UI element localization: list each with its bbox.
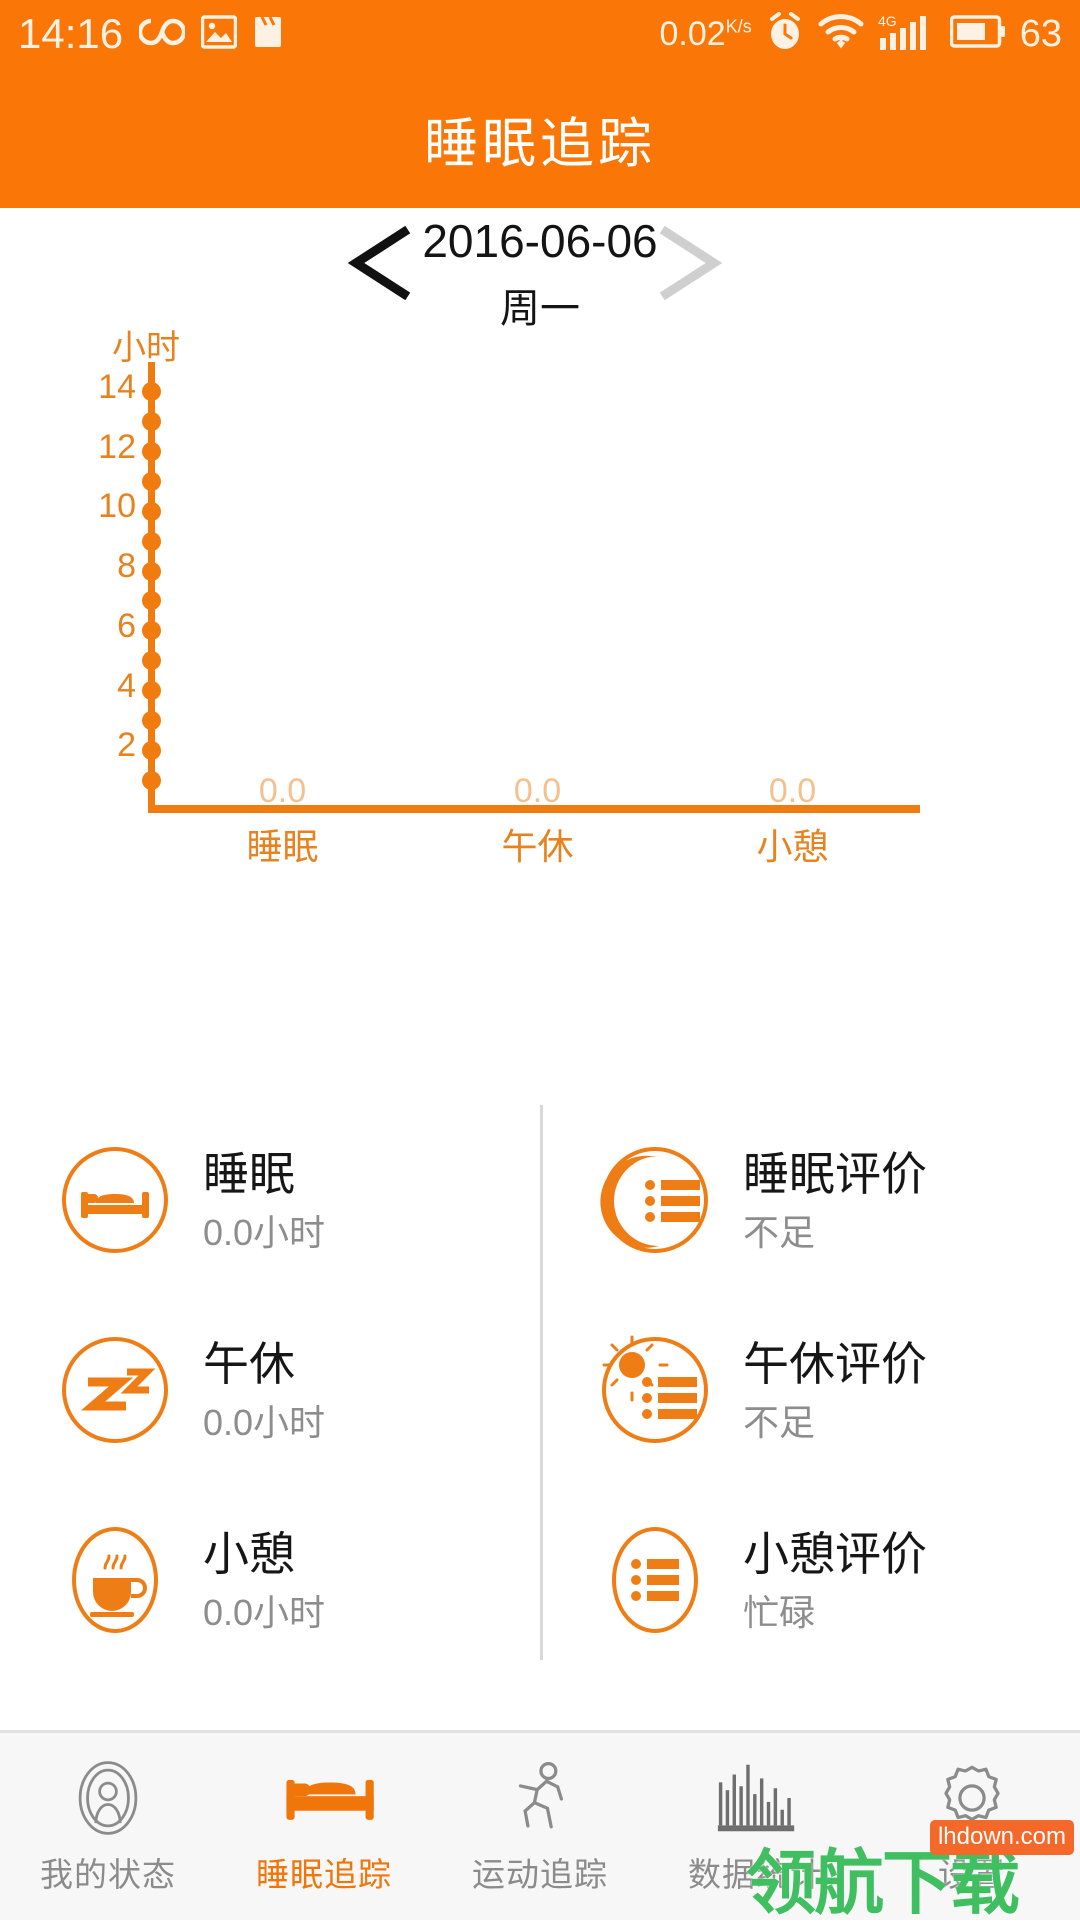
- stat-title: 午休: [203, 1337, 295, 1390]
- network-speed-value: 0.02: [659, 15, 726, 53]
- stat-subtitle: 忙碌: [743, 1591, 816, 1633]
- bar-value-label: 0.0: [258, 772, 307, 810]
- y-axis-tick-dot: [142, 382, 161, 402]
- y-axis-tick-dot: [142, 681, 161, 701]
- zz-icon: [55, 1330, 175, 1450]
- nav-item-label: 睡眠追踪: [256, 1855, 392, 1893]
- stat-subtitle: 0.0小时: [203, 1401, 326, 1443]
- y-axis-tick-label: 14: [98, 367, 136, 406]
- y-axis-tick-dot: [142, 710, 161, 730]
- nav-item-label: 数据统计: [688, 1855, 824, 1893]
- signal-icon: 4G: [878, 12, 936, 57]
- date-value: 2016-06-06: [422, 215, 658, 267]
- network-speed-unit-den: s: [742, 16, 752, 37]
- y-axis-tick-label: 4: [117, 666, 136, 705]
- barchart-icon: [713, 1758, 799, 1838]
- clapperboard-icon: [253, 15, 283, 54]
- y-axis-tick-label: 10: [98, 487, 136, 526]
- stat-subtitle: 0.0小时: [203, 1211, 326, 1253]
- stat-cell-text: 午休评价 不足: [743, 1338, 927, 1442]
- gear-icon: [929, 1758, 1015, 1838]
- status-time: 14:16: [18, 10, 124, 57]
- infinity-icon: [137, 15, 187, 54]
- y-axis-tick-dot: [142, 740, 161, 760]
- bar-value-label: 0.0: [513, 772, 562, 810]
- stat-cell-text: 午休 0.0小时: [203, 1338, 325, 1442]
- stat-subtitle: 不足: [743, 1401, 816, 1443]
- svg-text:4G: 4G: [878, 13, 897, 29]
- stat-title: 睡眠: [203, 1147, 295, 1200]
- alarm-icon: [766, 11, 804, 57]
- wifi-icon: [818, 13, 864, 56]
- coffee-icon: [55, 1520, 175, 1640]
- y-axis-unit-label: 小时: [112, 329, 180, 367]
- stat-cell[interactable]: 睡眠评价 不足: [540, 1105, 1060, 1295]
- battery-icon: [949, 14, 1006, 54]
- stat-cell-text: 小憩 0.0小时: [203, 1528, 325, 1632]
- y-axis-tick-label: 8: [117, 547, 136, 586]
- next-day-button[interactable]: [650, 225, 730, 301]
- sleep-bar-chart: 小时 14 12 10 8 6 4 2 0.0 0.0 0.0 睡眠 午休 小憩: [0, 320, 1080, 900]
- person-icon: [65, 1758, 151, 1838]
- stat-cell-text: 睡眠 0.0小时: [203, 1148, 325, 1252]
- stat-subtitle: 0.0小时: [203, 1591, 326, 1633]
- runner-icon: [497, 1758, 583, 1838]
- battery-percent: 63: [1019, 13, 1062, 55]
- network-speed-unit-num: K: [725, 16, 738, 37]
- nav-item-label: 设置: [938, 1855, 1006, 1893]
- y-axis-tick-dot: [142, 621, 161, 641]
- y-axis-tick-dot: [142, 651, 161, 671]
- bed-icon: [55, 1140, 175, 1260]
- stat-title: 小憩评价: [743, 1527, 927, 1580]
- y-axis-tick-dot: [142, 531, 161, 551]
- nav-item-5[interactable]: 设置: [864, 1733, 1080, 1920]
- x-axis-category-label: 睡眠: [246, 826, 319, 867]
- stat-title: 睡眠评价: [743, 1147, 927, 1200]
- nav-item-4[interactable]: 数据统计: [648, 1733, 864, 1920]
- stat-cell[interactable]: 小憩 0.0小时: [0, 1485, 520, 1675]
- y-axis-tick-dot: [142, 561, 161, 581]
- y-axis-tick-label: 6: [117, 606, 136, 645]
- stat-title: 午休评价: [743, 1337, 927, 1390]
- y-axis-tick-label: 2: [117, 726, 136, 765]
- sun-list-icon: [595, 1330, 715, 1450]
- stat-cell[interactable]: 小憩评价 忙碌: [540, 1485, 1060, 1675]
- y-axis-tick-label: 12: [98, 427, 136, 466]
- bottom-navigation: 我的状态 睡眠追踪 运动追踪 数据统计 设置: [0, 1730, 1080, 1920]
- y-axis-tick-dot: [142, 591, 161, 611]
- moon-list-icon: [595, 1140, 715, 1260]
- stat-cell[interactable]: 午休 0.0小时: [0, 1295, 520, 1485]
- status-bar-right: 0.02K/s 4G 63: [659, 11, 1062, 57]
- y-axis-tick-dot: [142, 770, 161, 790]
- app-bar: 睡眠追踪: [0, 68, 1080, 208]
- nav-item-1[interactable]: 我的状态: [0, 1733, 216, 1920]
- stat-cell[interactable]: 睡眠 0.0小时: [0, 1105, 520, 1295]
- bar-value-label: 0.0: [768, 772, 817, 810]
- bed-icon: [281, 1758, 374, 1838]
- nav-item-label: 我的状态: [40, 1855, 176, 1893]
- y-axis-tick-dot: [142, 501, 161, 521]
- status-bar: 14:16 0.02K/s 4G 63: [0, 0, 1080, 68]
- list-icon: [595, 1520, 715, 1640]
- stat-subtitle: 不足: [743, 1211, 816, 1253]
- network-speed: 0.02K/s: [659, 15, 752, 53]
- stat-title: 小憩: [203, 1527, 295, 1580]
- page-title: 睡眠追踪: [424, 113, 656, 174]
- stat-cell[interactable]: 午休评价 不足: [540, 1295, 1060, 1485]
- stat-cell-text: 睡眠评价 不足: [743, 1148, 927, 1252]
- stat-cell-text: 小憩评价 忙碌: [743, 1528, 927, 1632]
- y-axis-tick-dot: [142, 442, 161, 462]
- nav-item-3[interactable]: 运动追踪: [432, 1733, 648, 1920]
- status-bar-left: 14:16: [18, 13, 283, 55]
- x-axis-category-label: 小憩: [756, 826, 829, 867]
- x-axis-category-label: 午休: [501, 826, 574, 867]
- nav-item-label: 运动追踪: [472, 1855, 608, 1893]
- date-selector: 2016-06-06 周一: [0, 208, 1080, 331]
- y-axis-tick-dot: [142, 471, 161, 491]
- image-icon: [200, 14, 238, 54]
- y-axis-tick-dot: [142, 412, 161, 432]
- nav-item-2[interactable]: 睡眠追踪: [216, 1733, 432, 1920]
- stats-grid: 睡眠 0.0小时 睡眠评价 不足 午休 0.0小时 午休评价 不足 小憩 0.0小时: [0, 1090, 1080, 1670]
